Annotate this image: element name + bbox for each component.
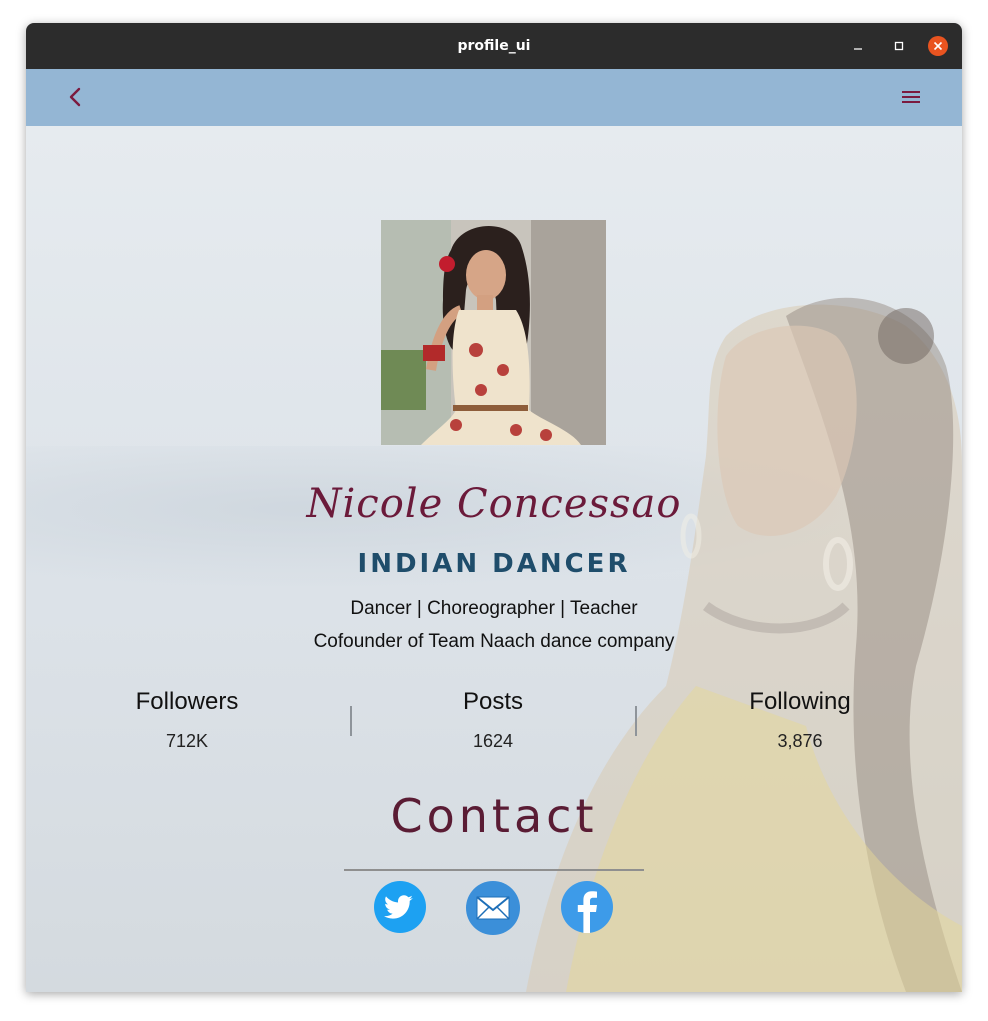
stat-posts-label: Posts [462,688,524,715]
stat-posts-value: 1624 [472,731,514,751]
profile-photo-image [381,220,606,445]
twitter-icon [374,881,426,933]
contact-heading: Contact [390,789,598,843]
close-button[interactable] [928,36,948,56]
email-button[interactable] [466,881,520,935]
profile-role: INDIAN DANCER [357,549,631,579]
profile-content: Nicole Concessao INDIAN DANCER Dancer | … [26,126,962,992]
minimize-button[interactable] [848,36,868,56]
stat-following-value: 3,876 [777,731,823,751]
maximize-button[interactable] [889,36,909,56]
maximize-icon [894,41,904,51]
minimize-icon [854,48,862,50]
stat-followers-label: Followers [135,688,239,715]
back-button[interactable] [64,85,88,109]
contact-divider [344,869,644,871]
profile-bio-line-1: Dancer | Choreographer | Teacher [350,598,638,619]
twitter-button[interactable] [374,881,426,933]
facebook-icon [561,881,613,933]
profile-name: Nicole Concessao [306,481,682,527]
facebook-button[interactable] [561,881,613,933]
hamburger-menu-icon [902,91,920,103]
email-icon [466,881,520,935]
app-window: profile_ui Nicole Concessao INDIAN DANCE… [26,23,962,992]
stat-divider [635,706,637,736]
title-bar: profile_ui [26,23,962,69]
stat-followers-value: 712K [165,731,209,751]
profile-photo [381,220,606,445]
stat-following-label: Following [749,688,851,715]
profile-bio-line-2: Cofounder of Team Naach dance company [313,631,675,652]
arrow-back-icon [69,87,81,107]
menu-button[interactable] [900,85,924,109]
stat-divider [350,706,352,736]
app-bar [26,69,962,126]
window-title: profile_ui [457,38,531,54]
close-icon [933,41,943,51]
